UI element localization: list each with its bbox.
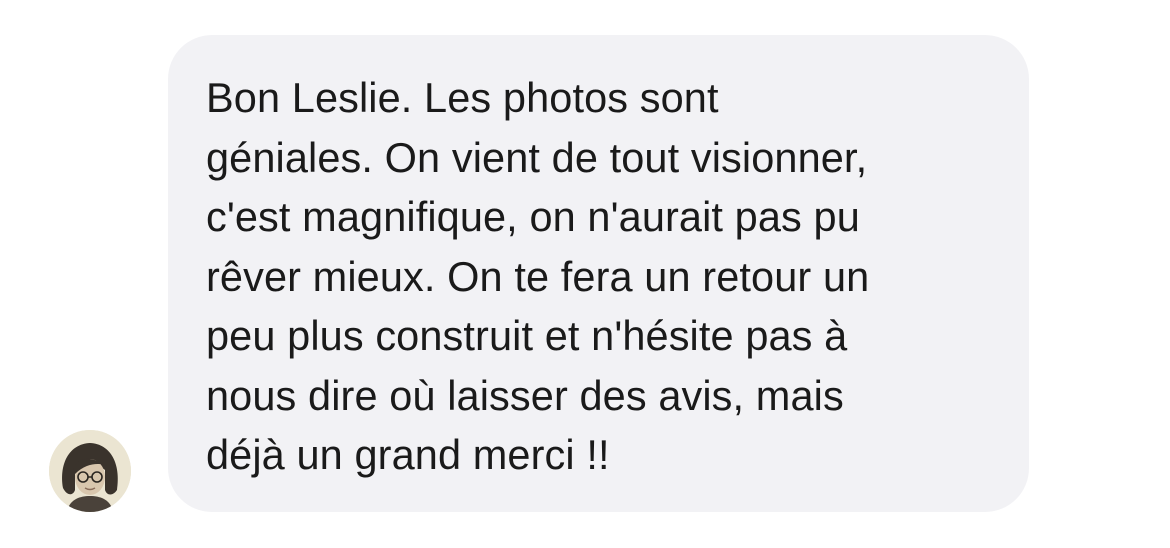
incoming-message-row: Bon Leslie. Les photos sont géniales. On… xyxy=(0,0,1170,548)
user-avatar-photo-icon xyxy=(49,430,131,512)
sender-avatar[interactable] xyxy=(49,430,131,512)
message-text: Bon Leslie. Les photos sont géniales. On… xyxy=(206,74,870,478)
message-bubble[interactable]: Bon Leslie. Les photos sont géniales. On… xyxy=(168,35,1029,512)
